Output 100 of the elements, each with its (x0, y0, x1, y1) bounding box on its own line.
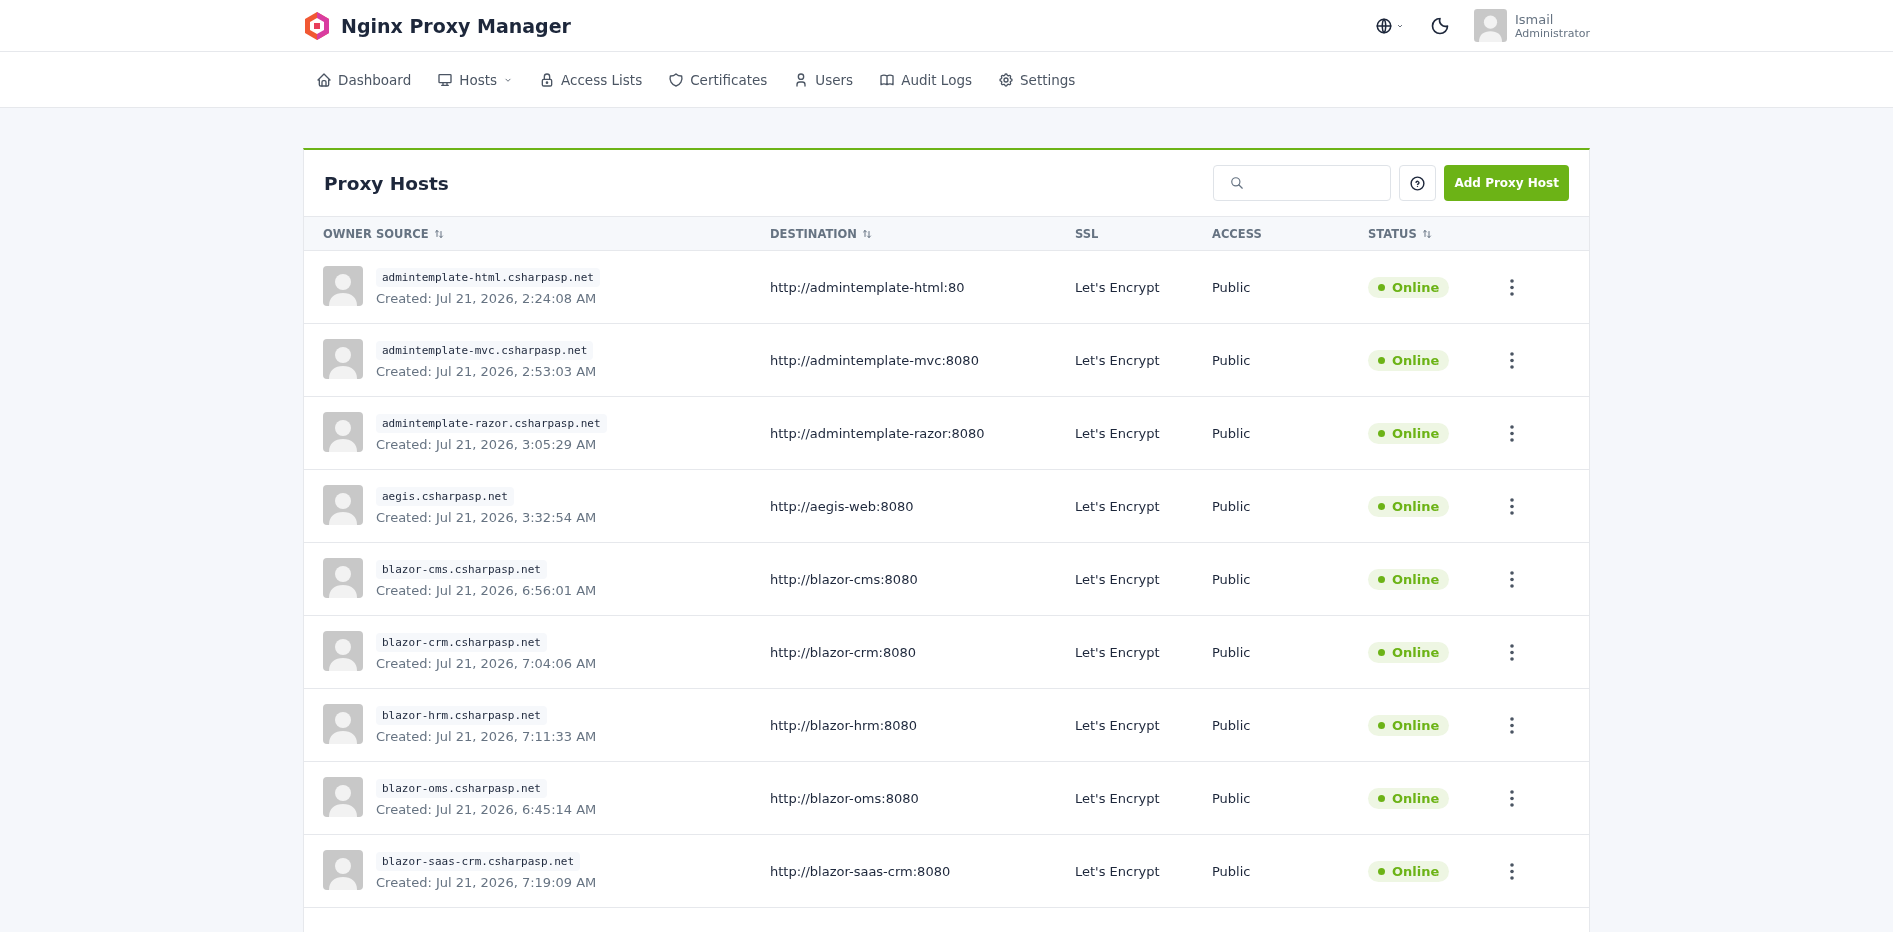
sortable-column-header[interactable]: DESTINATION (770, 226, 873, 241)
created-date: Created: Jul 21, 2026, 3:32:54 AM (376, 510, 598, 525)
created-date: Created: Jul 21, 2026, 2:24:08 AM (376, 291, 598, 306)
more-vertical-icon (1510, 643, 1514, 661)
row-menu-button[interactable] (1508, 495, 1516, 517)
nav-link[interactable]: Settings (998, 67, 1076, 92)
nav-link[interactable]: Hosts (437, 67, 514, 92)
created-date: Created: Jul 21, 2026, 3:05:29 AM (376, 437, 598, 452)
sort-icon (1420, 227, 1433, 240)
created-date: Created: Jul 21, 2026, 6:45:14 AM (376, 802, 598, 817)
search-field[interactable] (1213, 165, 1392, 201)
destination-url: http://blazor-oms:8080 (770, 790, 919, 806)
sortable-column-header[interactable]: SOURCE (376, 226, 445, 241)
destination-url: http://aegis-web:8080 (770, 498, 914, 514)
sort-icon (432, 227, 445, 240)
source-domain: blazor-hrm.csharpasp.net (376, 706, 547, 725)
more-vertical-icon (1510, 424, 1514, 442)
access-value: Public (1212, 498, 1251, 514)
status-badge: Online (1368, 860, 1450, 882)
source-domain: blazor-saas-crm.csharpasp.net (376, 852, 581, 871)
created-date: Created: Jul 21, 2026, 2:53:03 AM (376, 364, 598, 379)
access-value: Public (1212, 352, 1251, 368)
destination-url: http://blazor-crm:8080 (770, 644, 917, 660)
ssl-provider: Let's Encrypt (1075, 717, 1160, 733)
access-value: Public (1212, 279, 1251, 295)
created-date: Created: Jul 21, 2026, 6:56:01 AM (376, 583, 598, 598)
created-date: Created: Jul 21, 2026, 7:11:33 AM (376, 729, 598, 744)
ssl-provider: Let's Encrypt (1075, 790, 1160, 806)
ssl-provider: Let's Encrypt (1075, 863, 1160, 879)
more-vertical-icon (1510, 862, 1514, 880)
ssl-provider: Let's Encrypt (1075, 571, 1160, 587)
user-avatar (1474, 9, 1507, 42)
status-badge: Online (1368, 714, 1450, 736)
more-vertical-icon (1510, 497, 1514, 515)
row-menu-button[interactable] (1508, 860, 1516, 882)
access-value: Public (1212, 717, 1251, 733)
source-domain: admintemplate-razor.csharpasp.net (376, 414, 607, 433)
shield-icon (668, 71, 685, 88)
more-vertical-icon (1510, 570, 1514, 588)
status-badge: Online (1368, 641, 1450, 663)
row-menu-button[interactable] (1508, 787, 1516, 809)
monitor-icon (437, 71, 454, 88)
destination-url: http://blazor-hrm:8080 (770, 717, 918, 733)
owner-avatar (323, 630, 363, 671)
help-button[interactable] (1399, 165, 1437, 201)
row-menu-button[interactable] (1508, 422, 1516, 444)
destination-url: http://blazor-saas-crm:8080 (770, 863, 951, 879)
user-role: Administrator (1515, 26, 1590, 40)
nav-link[interactable]: Certificates (668, 67, 768, 92)
status-badge: Online (1368, 422, 1450, 444)
nav-link[interactable]: Dashboard (316, 67, 412, 92)
nav-link[interactable]: Access Lists (539, 67, 643, 92)
owner-avatar (323, 703, 363, 744)
moon-icon (1430, 15, 1450, 36)
source-domain: admintemplate-mvc.csharpasp.net (376, 341, 594, 360)
hexagon-logo-icon (303, 10, 331, 41)
nav-link[interactable]: Users (793, 67, 854, 92)
source-domain: aegis.csharpasp.net (376, 487, 514, 506)
column-header: ACCESS (1212, 226, 1262, 241)
more-vertical-icon (1510, 716, 1514, 734)
row-menu-button[interactable] (1508, 714, 1516, 736)
app-title: Nginx Proxy Manager (341, 14, 571, 37)
source-domain: admintemplate-html.csharpasp.net (376, 268, 600, 287)
owner-avatar (323, 484, 363, 525)
row-menu-button[interactable] (1508, 641, 1516, 663)
source-domain: blazor-cms.csharpasp.net (376, 560, 547, 579)
sortable-column-header[interactable]: STATUS (1368, 226, 1433, 241)
created-date: Created: Jul 21, 2026, 7:19:09 AM (376, 875, 598, 890)
row-menu-button[interactable] (1508, 349, 1516, 371)
status-badge: Online (1368, 787, 1450, 809)
card-title: Proxy Hosts (324, 172, 450, 194)
status-badge: Online (1368, 495, 1450, 517)
source-domain: blazor-oms.csharpasp.net (376, 779, 547, 798)
owner-avatar (323, 338, 363, 379)
source-domain: blazor-crm.csharpasp.net (376, 633, 547, 652)
ssl-provider: Let's Encrypt (1075, 352, 1160, 368)
access-value: Public (1212, 863, 1251, 879)
status-badge: Online (1368, 568, 1450, 590)
search-icon (1230, 176, 1245, 190)
nav-link[interactable]: Audit Logs (879, 67, 972, 92)
globe-icon (1375, 16, 1393, 35)
row-menu-button[interactable] (1508, 568, 1516, 590)
ssl-provider: Let's Encrypt (1075, 425, 1160, 441)
row-menu-button[interactable] (1508, 276, 1516, 298)
column-header: OWNER (323, 226, 372, 241)
access-value: Public (1212, 790, 1251, 806)
status-badge: Online (1368, 349, 1450, 371)
destination-url: http://admintemplate-razor:8080 (770, 425, 985, 441)
destination-url: http://admintemplate-html:80 (770, 279, 965, 295)
owner-avatar (323, 557, 363, 598)
more-vertical-icon (1510, 351, 1514, 369)
home-icon (316, 71, 332, 88)
destination-url: http://blazor-cms:8080 (770, 571, 918, 587)
column-header: SSL (1075, 226, 1099, 241)
ssl-provider: Let's Encrypt (1075, 279, 1160, 295)
owner-avatar (323, 411, 363, 452)
user-name: Ismail (1515, 11, 1555, 27)
owner-avatar (323, 776, 363, 817)
access-value: Public (1212, 425, 1251, 441)
ssl-provider: Let's Encrypt (1075, 498, 1160, 514)
